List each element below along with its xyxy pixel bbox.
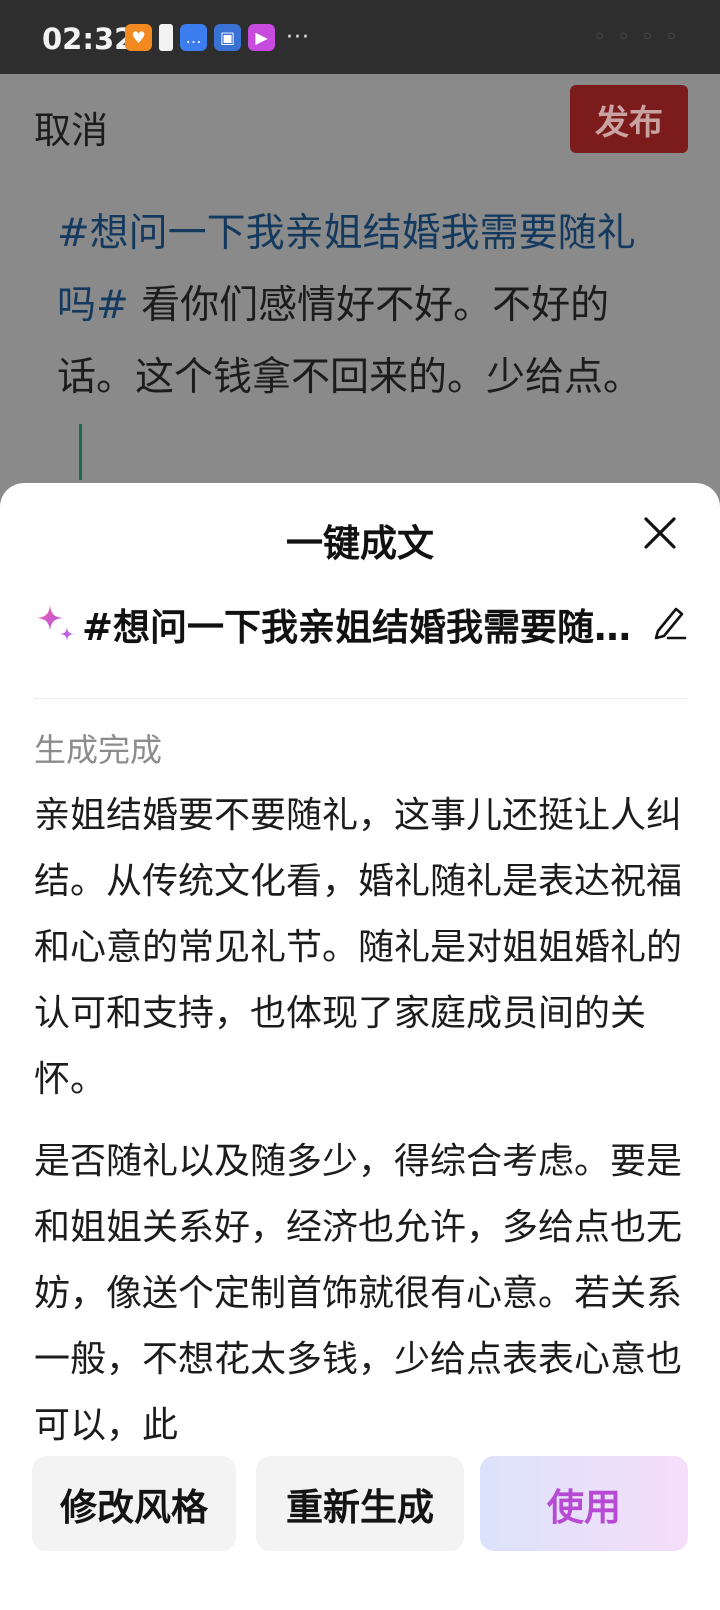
battery-icon — [159, 24, 173, 51]
notification-icons: ♥ … ▣ ▶ ··· — [125, 24, 310, 51]
post-body: 看你们感情好不好。不好的话。这个钱拿不回来的。少给点。 — [57, 283, 643, 400]
post-text-area[interactable]: #想问一下我亲姐结婚我需要随礼吗# 看你们感情好不好。不好的话。这个钱拿不回来的… — [57, 198, 657, 486]
prompt-row[interactable]: #想问一下我亲姐结婚我需要随礼吗# 看你们感情好不好。不好的话。这个钱拿不回来的… — [34, 595, 688, 651]
one-click-article-sheet: 一键成文 #想问一下我亲姐结婚我需要随礼吗# 看你们感情好不好。不好的话。这个钱… — [0, 483, 720, 1610]
generated-article: 亲姐结婚要不要随礼，这事儿还挺让人纠结。从传统文化看，婚礼随礼是表达祝福和心意的… — [34, 783, 694, 1443]
ai-sparkle-icon — [37, 605, 74, 641]
text-cursor — [79, 423, 82, 480]
message-app-icon: … — [180, 24, 207, 51]
video-app-icon: ▶ — [248, 24, 275, 51]
edit-pencil-icon[interactable] — [652, 601, 688, 641]
use-button[interactable]: 使用 — [480, 1456, 688, 1551]
security-app-icon: ▣ — [214, 24, 241, 51]
article-paragraph: 是否随礼以及随多少，得综合考虑。要是和姐姐关系好，经济也允许，多给点也无妨，像送… — [34, 1141, 683, 1443]
status-time: 02:32 — [42, 22, 135, 56]
status-bar: 02:32 ♥ … ▣ ▶ ··· ◦ ◦ ◦ ◦ — [0, 0, 720, 74]
system-status-icons: ◦ ◦ ◦ ◦ — [593, 25, 680, 50]
modify-style-button[interactable]: 修改风格 — [32, 1456, 236, 1551]
article-paragraph: 亲姐结婚要不要随礼，这事儿还挺让人纠结。从传统文化看，婚礼随礼是表达祝福和心意的… — [34, 795, 683, 1100]
regenerate-button[interactable]: 重新生成 — [256, 1456, 464, 1551]
generation-status: 生成完成 — [34, 731, 163, 769]
action-bar: 修改风格 重新生成 使用 — [0, 1443, 720, 1610]
publish-button[interactable]: 发布 — [570, 85, 688, 153]
more-notifications-icon: ··· — [286, 25, 310, 50]
sheet-title: 一键成文 — [286, 522, 434, 565]
divider — [34, 698, 688, 699]
shopping-app-icon: ♥ — [125, 24, 152, 51]
close-icon[interactable] — [642, 515, 678, 551]
prompt-text: #想问一下我亲姐结婚我需要随礼吗# 看你们感情好不好。不好的话。这个钱拿不回来的… — [82, 606, 652, 649]
post-editor-dimmed: 取消 发布 #想问一下我亲姐结婚我需要随礼吗# 看你们感情好不好。不好的话。这个… — [0, 74, 720, 494]
cancel-button[interactable]: 取消 — [34, 100, 108, 154]
